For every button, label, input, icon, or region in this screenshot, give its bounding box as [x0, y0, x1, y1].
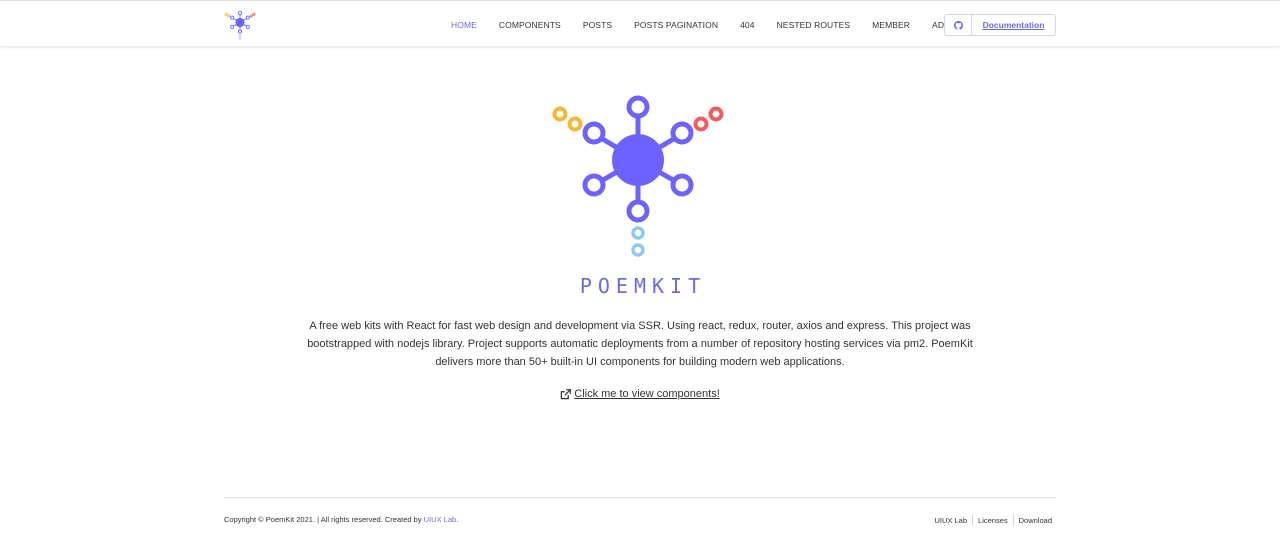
footer-links: UIUX Lab Licenses Download — [930, 515, 1057, 525]
poemkit-logo-icon — [552, 95, 724, 257]
nav-posts-pagination[interactable]: POSTS PAGINATION — [634, 20, 718, 30]
main-nav: HOME COMPONENTS POSTS POSTS PAGINATION 4… — [440, 18, 960, 32]
cta-wrapper: Click me to view components! — [540, 387, 740, 404]
github-icon — [953, 20, 963, 30]
documentation-button[interactable]: Documentation — [971, 14, 1056, 36]
nav-nested-routes[interactable]: NESTED ROUTES — [777, 20, 851, 30]
brand-title: POEMKIT — [579, 274, 707, 298]
site-header: HOME COMPONENTS POSTS POSTS PAGINATION 4… — [0, 1, 1280, 47]
footer-link-licenses[interactable]: Licenses — [973, 516, 1013, 525]
hero-description: A free web kits with React for fast web … — [307, 320, 973, 368]
github-button[interactable] — [944, 14, 972, 36]
view-components-link[interactable]: Click me to view components! — [560, 387, 720, 401]
nav-home[interactable]: HOME — [451, 20, 477, 30]
copyright-prefix: Copyright © PoemKit 2021. | All rights r… — [224, 515, 422, 524]
copyright-suffix: . — [456, 515, 459, 524]
copyright-uiux-lab-link[interactable]: UIUX Lab — [424, 515, 457, 524]
nav-components[interactable]: COMPONENTS — [499, 20, 561, 30]
logo-icon[interactable] — [224, 10, 256, 42]
nav-404[interactable]: 404 — [740, 20, 754, 30]
external-link-icon — [561, 388, 572, 399]
cta-label: Click me to view components! — [574, 388, 720, 400]
nav-member[interactable]: MEMBER — [872, 20, 910, 30]
footer-link-download[interactable]: Download — [1014, 516, 1056, 525]
footer-divider — [224, 497, 1056, 498]
nav-posts[interactable]: POSTS — [583, 20, 612, 30]
footer-link-uiux-lab[interactable]: UIUX Lab — [930, 516, 973, 525]
copyright-text: Copyright © PoemKit 2021. | All rights r… — [224, 515, 458, 524]
